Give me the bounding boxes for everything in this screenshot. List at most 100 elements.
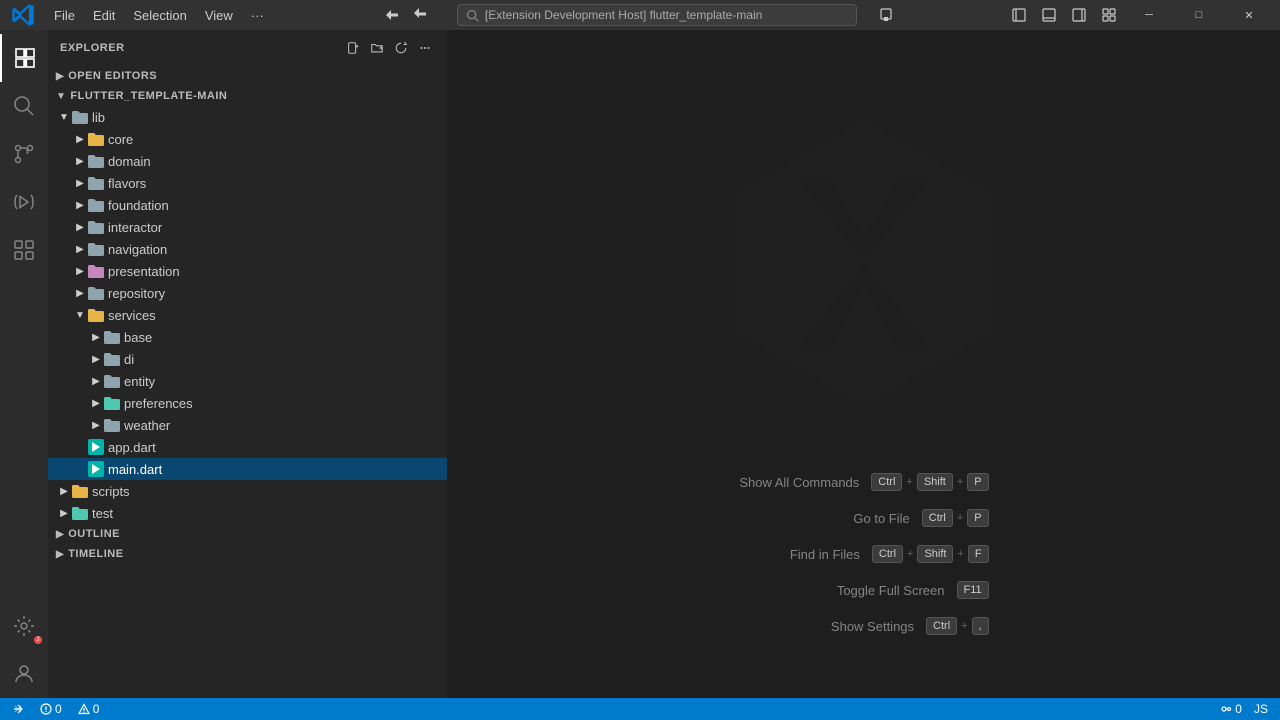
run-debug-activity-item[interactable] [0, 178, 48, 226]
weather-label: weather [124, 418, 447, 433]
open-editors-section[interactable]: ▶ OPEN EDITORS [48, 66, 447, 86]
search-bar[interactable]: [Extension Development Host] flutter_tem… [457, 4, 857, 26]
main-dart-file[interactable]: ▶ main.dart [48, 458, 447, 480]
menu-edit[interactable]: Edit [85, 6, 123, 25]
scripts-label: scripts [92, 484, 447, 499]
weather-folder[interactable]: ▶ weather [48, 414, 447, 436]
timeline-section[interactable]: ▶ TIMELINE [48, 544, 447, 564]
open-editors-chevron: ▶ [56, 71, 64, 82]
settings-activity-item[interactable]: J [0, 602, 48, 650]
di-chevron: ▶ [88, 351, 104, 367]
services-folder[interactable]: ▼ services [48, 304, 447, 326]
repository-folder[interactable]: ▶ repository [48, 282, 447, 304]
kbd-plus-4: + [907, 548, 913, 560]
shortcut-full-screen: Toggle Full Screen F11 [837, 581, 989, 599]
nav-back-button[interactable] [379, 4, 405, 26]
menu-selection[interactable]: Selection [125, 6, 194, 25]
settings-keys: Ctrl + , [926, 617, 989, 635]
sidebar-header-actions [343, 38, 435, 58]
presentation-folder-icon [88, 263, 104, 279]
nav-forward-button[interactable] [407, 4, 433, 26]
kbd-p-1: P [967, 473, 988, 491]
warnings-indicator[interactable]: 0 [74, 698, 104, 720]
vscode-logo-icon[interactable] [8, 0, 38, 30]
domain-folder-icon [88, 153, 104, 169]
app-dart-icon [88, 439, 104, 455]
foundation-folder[interactable]: ▶ foundation [48, 194, 447, 216]
menu-more[interactable]: ··· [243, 6, 272, 25]
menu-file[interactable]: File [46, 6, 83, 25]
lib-folder[interactable]: ▼ lib [48, 106, 447, 128]
shortcut-show-commands: Show All Commands Ctrl + Shift + P [739, 473, 988, 491]
core-folder[interactable]: ▶ core [48, 128, 447, 150]
project-label: FLUTTER_TEMPLATE-MAIN [70, 90, 227, 102]
open-editors-label: OPEN EDITORS [68, 70, 157, 82]
toggle-sidebar-button[interactable] [1006, 4, 1032, 26]
explorer-activity-item[interactable] [0, 34, 48, 82]
account-activity-item[interactable] [0, 650, 48, 698]
entity-label: entity [124, 374, 447, 389]
search-activity-item[interactable] [0, 82, 48, 130]
full-screen-keys: F11 [957, 581, 989, 599]
errors-indicator[interactable]: 0 [36, 698, 66, 720]
kbd-plus-5: + [957, 548, 963, 560]
maximize-button[interactable]: □ [1176, 0, 1222, 30]
kbd-ctrl: Ctrl [871, 473, 902, 491]
test-folder[interactable]: ▶ test [48, 502, 447, 524]
kbd-f11: F11 [957, 581, 989, 599]
interactor-folder-icon [88, 219, 104, 235]
settings-label: Show Settings [831, 619, 914, 634]
remote-indicator[interactable] [8, 698, 28, 720]
core-label: core [108, 132, 447, 147]
weather-chevron: ▶ [88, 417, 104, 433]
accounts-icon[interactable] [873, 4, 899, 26]
repository-chevron: ▶ [72, 285, 88, 301]
navigation-folder-icon [88, 241, 104, 257]
warnings-count: 0 [93, 702, 100, 716]
errors-count: 0 [55, 702, 62, 716]
toggle-right-sidebar-button[interactable] [1066, 4, 1092, 26]
kbd-ctrl-2: Ctrl [922, 509, 953, 527]
domain-chevron: ▶ [72, 153, 88, 169]
scripts-folder-icon [72, 483, 88, 499]
test-chevron: ▶ [56, 505, 72, 521]
statusbar: 0 0 0 JS [0, 698, 1280, 720]
more-actions-icon[interactable] [415, 38, 435, 58]
toggle-panel-button[interactable] [1036, 4, 1062, 26]
base-folder[interactable]: ▶ base [48, 326, 447, 348]
di-folder-icon [104, 351, 120, 367]
di-folder[interactable]: ▶ di [48, 348, 447, 370]
minimize-button[interactable]: ─ [1126, 0, 1172, 30]
presentation-folder[interactable]: ▶ presentation [48, 260, 447, 282]
menu-view[interactable]: View [197, 6, 241, 25]
new-file-icon[interactable] [343, 38, 363, 58]
language-indicator[interactable]: JS [1250, 698, 1272, 720]
titlebar-center: [Extension Development Host] flutter_tem… [272, 4, 1006, 26]
scripts-chevron: ▶ [56, 483, 72, 499]
close-button[interactable]: ✕ [1226, 0, 1272, 30]
remote-connect[interactable]: 0 [1216, 698, 1246, 720]
outline-section[interactable]: ▶ OUTLINE [48, 524, 447, 544]
kbd-ctrl-4: Ctrl [926, 617, 957, 635]
test-label: test [92, 506, 447, 521]
customize-layout-button[interactable] [1096, 4, 1122, 26]
new-folder-icon[interactable] [367, 38, 387, 58]
project-section[interactable]: ▼ FLUTTER_TEMPLATE-MAIN [48, 86, 447, 106]
flavors-folder[interactable]: ▶ flavors [48, 172, 447, 194]
titlebar: File Edit Selection View ··· [Extension … [0, 0, 1280, 30]
domain-folder[interactable]: ▶ domain [48, 150, 447, 172]
app-dart-file[interactable]: ▶ app.dart [48, 436, 447, 458]
scripts-folder[interactable]: ▶ scripts [48, 480, 447, 502]
navigation-folder[interactable]: ▶ navigation [48, 238, 447, 260]
core-chevron: ▶ [72, 131, 88, 147]
entity-folder[interactable]: ▶ entity [48, 370, 447, 392]
source-control-activity-item[interactable] [0, 130, 48, 178]
main-layout: J EXPLORER [0, 30, 1280, 698]
preferences-folder[interactable]: ▶ preferences [48, 392, 447, 414]
go-to-file-label: Go to File [853, 511, 909, 526]
refresh-icon[interactable] [391, 38, 411, 58]
interactor-folder[interactable]: ▶ interactor [48, 216, 447, 238]
kbd-ctrl-3: Ctrl [872, 545, 903, 563]
extensions-activity-item[interactable] [0, 226, 48, 274]
activity-bar: J [0, 30, 48, 698]
